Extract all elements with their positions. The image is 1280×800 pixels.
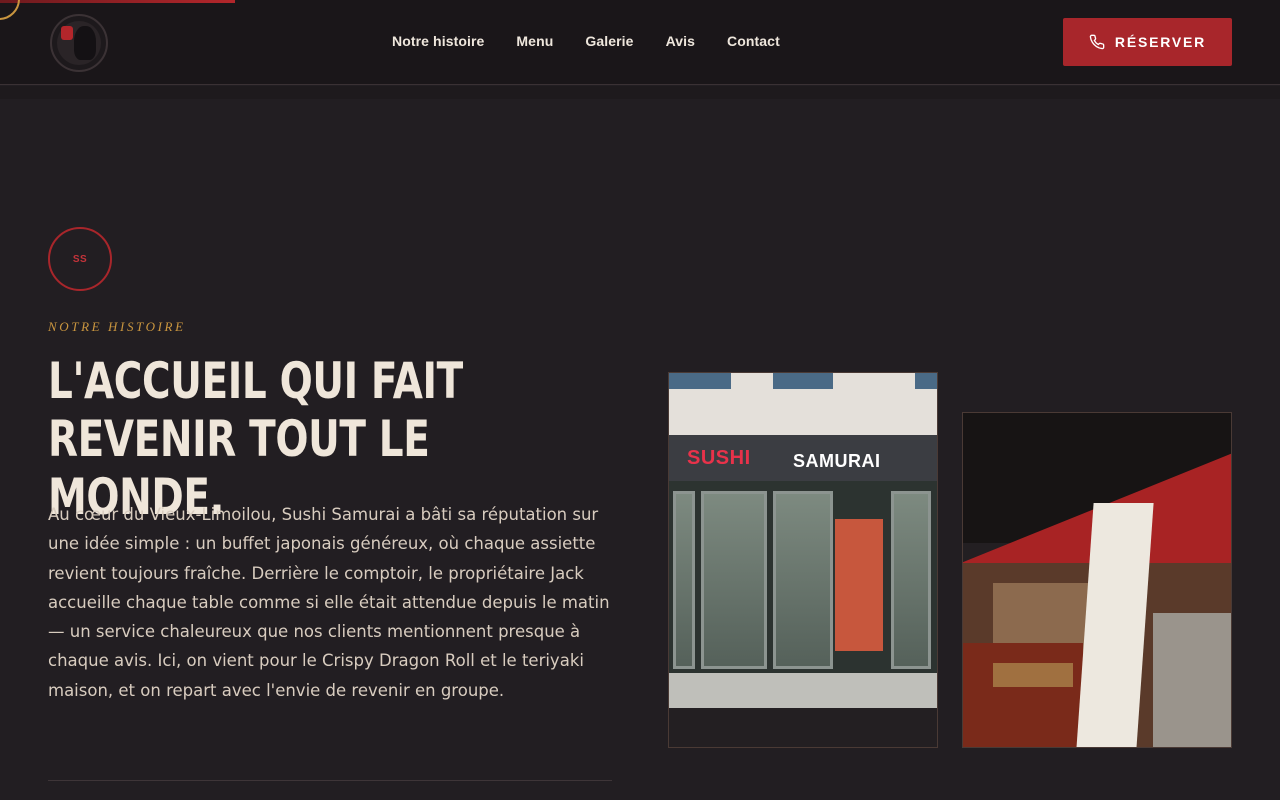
story-paragraph: Au cœur du Vieux-Limoilou, Sushi Samurai… <box>48 505 610 700</box>
storefront-sign-sushi: SUSHI <box>687 447 751 469</box>
nav-link-notre-histoire[interactable]: Notre histoire <box>392 33 484 49</box>
ss-badge: SS <box>48 227 112 291</box>
storefront-image: SUSHI SAMURAI <box>669 373 937 708</box>
site-header: Notre histoire Menu Galerie Avis Contact… <box>0 0 1280 85</box>
section-divider <box>48 780 612 781</box>
menu-poster <box>835 519 883 651</box>
phone-icon <box>1089 34 1105 50</box>
nav-link-menu[interactable]: Menu <box>516 33 553 49</box>
interior-photo <box>962 412 1232 748</box>
reserve-button-label: RÉSERVER <box>1114 34 1207 50</box>
reserve-button[interactable]: RÉSERVER <box>1063 18 1232 66</box>
logo[interactable] <box>50 14 108 72</box>
section-eyebrow: NOTRE HISTOIRE <box>48 319 186 334</box>
badge-text: SS <box>72 253 88 265</box>
nav-link-avis[interactable]: Avis <box>666 33 695 49</box>
samurai-figure-icon <box>74 26 96 60</box>
nav-link-galerie[interactable]: Galerie <box>585 33 633 49</box>
corner-ring-decoration <box>0 0 20 20</box>
storefront-photo: SUSHI SAMURAI <box>668 372 938 748</box>
main-nav: Notre histoire Menu Galerie Avis Contact <box>392 33 780 49</box>
header-shadow-band <box>0 86 1280 99</box>
red-seal-icon <box>61 26 73 40</box>
storefront-sign-samurai: SAMURAI <box>793 451 881 471</box>
scroll-progress-bar <box>0 0 235 3</box>
headline-line-1: L'ACCUEIL QUI FAIT <box>48 352 463 410</box>
nav-link-contact[interactable]: Contact <box>727 33 780 49</box>
